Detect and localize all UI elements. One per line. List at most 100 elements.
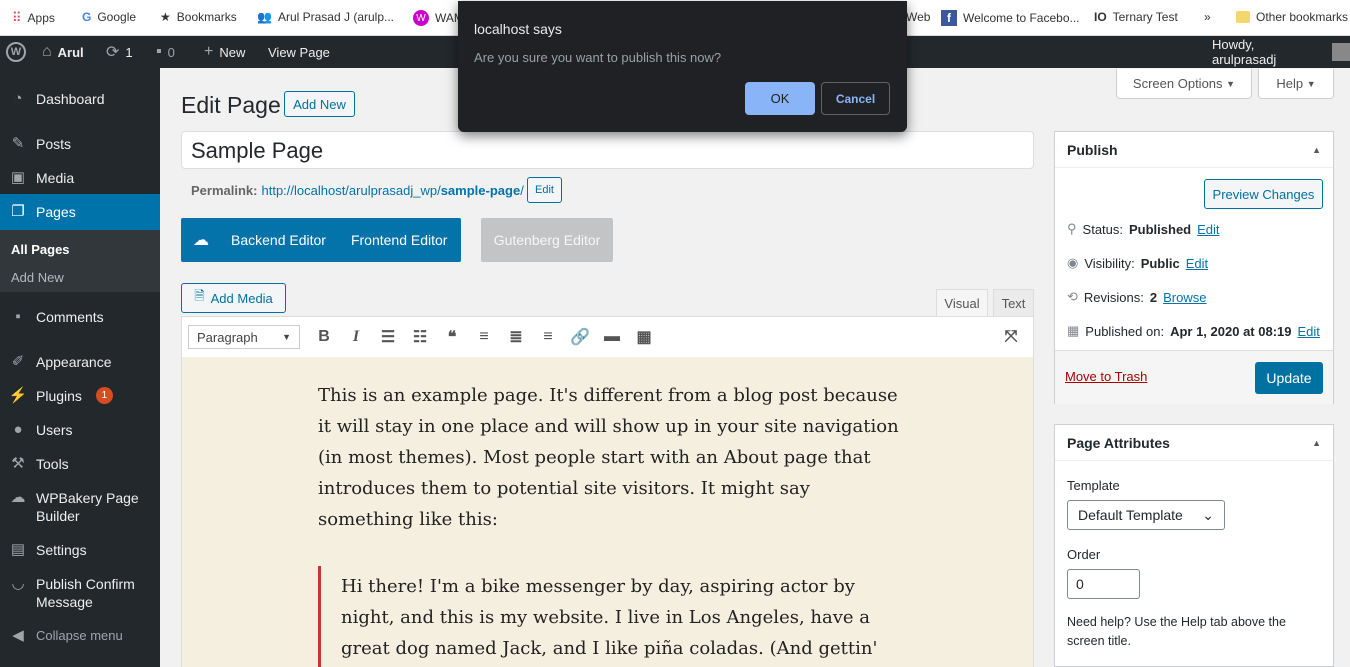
submenu-all-pages[interactable]: All Pages <box>11 242 70 257</box>
add-new-button[interactable]: Add New <box>284 91 355 117</box>
move-to-trash-link[interactable]: Move to Trash <box>1065 369 1147 384</box>
apps-grid-icon: ⠿ <box>12 10 22 25</box>
menu-publish-confirm[interactable]: ◡ Publish Confirm Message <box>0 575 160 611</box>
wordpress-logo[interactable]: W <box>6 36 26 68</box>
menu-comments[interactable]: ▪ Comments <box>0 308 160 326</box>
site-name-link[interactable]: ⌂ Arul <box>42 36 84 68</box>
menu-posts[interactable]: ✎ Posts <box>0 135 160 153</box>
bookmark-bookmarks[interactable]: ★ Bookmarks <box>160 10 237 24</box>
screen-options-button[interactable]: Screen Options ▼ <box>1116 69 1252 99</box>
page-attributes-heading[interactable]: Page Attributes ▲ <box>1055 425 1333 461</box>
read-more-icon[interactable]: ▬ <box>596 328 628 346</box>
edit-status-link[interactable]: Edit <box>1197 222 1219 237</box>
menu-wpbakery[interactable]: ☁ WPBakery Page Builder <box>0 489 160 525</box>
backend-editor-button[interactable]: Backend Editor <box>231 232 326 248</box>
align-right-icon[interactable]: ≡ <box>532 328 564 346</box>
gutenberg-editor-button[interactable]: Gutenberg Editor <box>481 218 613 262</box>
publish-box-heading[interactable]: Publish ▲ <box>1055 132 1333 168</box>
bookmarks-overflow[interactable]: » <box>1204 10 1211 24</box>
menu-media[interactable]: ▣ Media <box>0 169 160 187</box>
menu-pages[interactable]: ❐ Pages <box>0 194 160 230</box>
calendar-icon: ▦ <box>1067 323 1080 338</box>
frontend-editor-button[interactable]: Frontend Editor <box>351 232 448 248</box>
bookmark-facebook[interactable]: f Welcome to Facebo... <box>941 10 1080 26</box>
submenu-add-new[interactable]: Add New <box>11 270 64 285</box>
io-icon: IO <box>1094 10 1107 24</box>
numbered-list-icon[interactable]: ☷ <box>404 327 436 347</box>
content-paragraph: This is an example page. It's different … <box>318 385 899 530</box>
fullscreen-icon[interactable]: ⤧ <box>995 328 1027 346</box>
bookmark-web[interactable]: Web <box>906 10 930 24</box>
menu-tools[interactable]: ⚒ Tools <box>0 455 160 473</box>
blockquote-icon[interactable]: ❝ <box>436 327 468 347</box>
bookmark-arul[interactable]: 👥 Arul Prasad J (arulp... <box>257 10 394 24</box>
format-select[interactable]: Paragraph ▼ <box>188 325 300 349</box>
comment-icon: ▪ <box>15 308 21 325</box>
wordpress-icon: W <box>6 42 26 62</box>
wpbakery-cloud-icon: ☁ <box>193 232 209 249</box>
dialog-ok-button[interactable]: OK <box>745 82 815 115</box>
browse-revisions-link[interactable]: Browse <box>1163 290 1206 305</box>
menu-plugins[interactable]: ⚡ Plugins 1 <box>0 387 160 405</box>
bookmark-wam[interactable]: W WAM <box>413 10 464 26</box>
bookmark-apps[interactable]: ⠿ Apps <box>12 10 55 26</box>
align-center-icon[interactable]: ≣ <box>500 327 532 347</box>
view-page-link[interactable]: View Page <box>268 36 330 68</box>
bold-icon[interactable]: B <box>308 328 340 346</box>
order-label: Order <box>1067 547 1101 562</box>
plus-icon: + <box>204 43 214 60</box>
help-button[interactable]: Help ▼ <box>1258 69 1334 99</box>
cloud-icon: ☁ <box>10 489 26 506</box>
align-left-icon[interactable]: ≡ <box>468 328 500 346</box>
bookmark-other[interactable]: Other bookmarks <box>1236 10 1348 24</box>
user-icon: ● <box>13 421 23 438</box>
tab-visual[interactable]: Visual <box>936 289 988 317</box>
wrench-icon: ⚒ <box>11 455 25 472</box>
collapse-menu[interactable]: ◀ Collapse menu <box>0 627 160 645</box>
edit-permalink-button[interactable]: Edit <box>527 177 562 203</box>
menu-dashboard[interactable]: ◔ Dashboard <box>0 90 160 108</box>
publish-actions: Move to Trash Update <box>1055 350 1333 404</box>
dashboard-icon: ◔ <box>13 90 23 107</box>
update-button[interactable]: Update <box>1255 362 1323 394</box>
menu-users[interactable]: ● Users <box>0 421 160 439</box>
updates-link[interactable]: ⟳ 1 <box>106 36 133 68</box>
people-icon: 👥 <box>257 10 272 24</box>
facebook-icon: f <box>941 10 957 26</box>
revisions-row: ⟲ Revisions: 2 Browse <box>1067 289 1207 305</box>
plugins-update-badge: 1 <box>95 387 113 404</box>
refresh-icon: ⟳ <box>106 44 120 61</box>
folder-icon <box>1236 11 1250 23</box>
bookmark-google[interactable]: G Google <box>82 10 136 24</box>
template-select[interactable]: Default Template ⌄ <box>1067 500 1225 530</box>
tab-text[interactable]: Text <box>993 289 1034 317</box>
edit-visibility-link[interactable]: Edit <box>1186 256 1208 271</box>
order-input[interactable]: 0 <box>1067 569 1140 599</box>
edit-date-link[interactable]: Edit <box>1297 324 1319 339</box>
caret-up-icon: ▲ <box>1312 438 1321 448</box>
bullet-list-icon[interactable]: ☰ <box>372 327 404 347</box>
preview-changes-button[interactable]: Preview Changes <box>1204 179 1323 209</box>
caret-up-icon: ▲ <box>1312 145 1321 155</box>
toolbar-toggle-icon[interactable]: ▦ <box>628 327 660 347</box>
history-icon: ⟲ <box>1067 289 1078 304</box>
new-content-link[interactable]: + New <box>204 36 245 68</box>
permalink-link[interactable]: http://localhost/arulprasadj_wp/sample-p… <box>261 183 523 198</box>
status-row: ⚲ Status: Published Edit <box>1067 221 1220 237</box>
comment-icon: ▪ <box>156 43 162 60</box>
italic-icon[interactable]: I <box>340 328 372 346</box>
post-title-input[interactable]: Sample Page <box>181 131 1034 169</box>
comments-link[interactable]: ▪ 0 <box>156 36 175 68</box>
account-menu[interactable]: Howdy, arulprasadj <box>1212 36 1350 68</box>
confirm-dialog: localhost says Are you sure you want to … <box>458 1 907 132</box>
editor-content[interactable]: This is an example page. It's different … <box>181 357 1034 667</box>
link-icon[interactable]: 🔗 <box>564 327 596 347</box>
admin-sidebar: ◔ Dashboard ✎ Posts ▣ Media ❐ Pages All Page… <box>0 68 160 667</box>
wam-icon: W <box>413 10 429 26</box>
dialog-cancel-button[interactable]: Cancel <box>821 82 890 115</box>
pages-icon: ❐ <box>11 203 25 220</box>
menu-settings[interactable]: ▤ Settings <box>0 541 160 559</box>
menu-appearance[interactable]: ✐ Appearance <box>0 353 160 371</box>
bookmark-ternary[interactable]: IO Ternary Test <box>1094 10 1178 24</box>
add-media-button[interactable]: 🗎 Add Media <box>181 283 286 313</box>
